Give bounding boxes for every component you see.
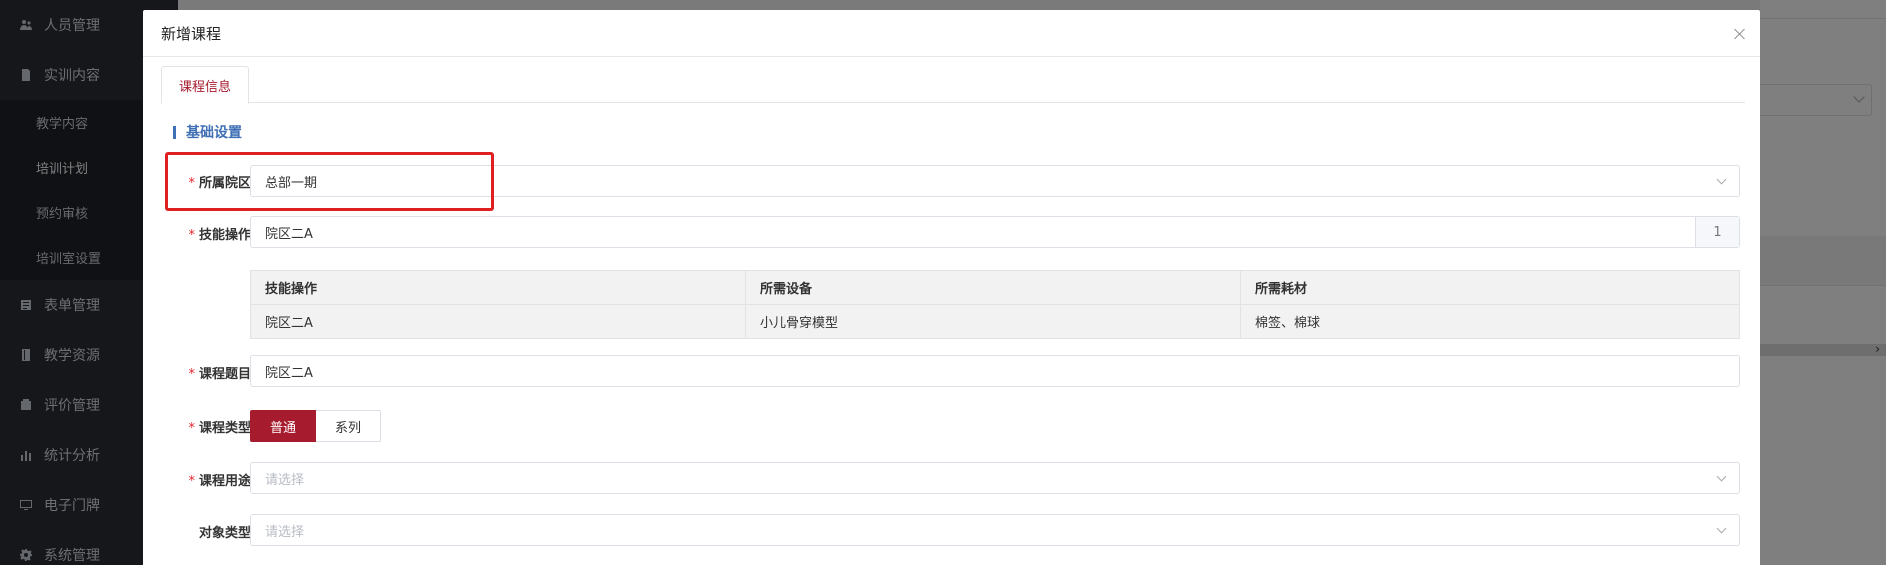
course-type-series-button[interactable]: 系列 (316, 410, 382, 442)
table-row: 院区二A 小儿骨穿模型 棉签、棉球 (250, 304, 1740, 339)
add-course-dialog: 新增课程 课程信息 基础设置 * 所属院区 总部一期 * 技能操作 院区二A 1 技… (143, 10, 1760, 565)
required-marker: * (188, 367, 195, 382)
target-type-label-text: 对象类型 (198, 526, 251, 541)
close-icon[interactable] (1734, 28, 1746, 40)
tab-course-info[interactable]: 课程信息 (161, 66, 249, 104)
section-title-label: 基础设置 (186, 125, 242, 141)
chevron-down-icon (1716, 523, 1727, 534)
skill-field-value: 院区二A (265, 226, 313, 242)
dialog-tabs: 课程信息 (161, 66, 1745, 104)
course-use-placeholder: 请选择 (265, 472, 305, 488)
table-header-row: 技能操作 所需设备 所需耗材 (250, 270, 1740, 305)
chevron-down-icon (1716, 174, 1727, 185)
chevron-down-icon (1716, 471, 1727, 482)
skill-table: 技能操作 所需设备 所需耗材 院区二A 小儿骨穿模型 棉签、棉球 (250, 270, 1740, 339)
table-cell: 小儿骨穿模型 (745, 304, 1241, 339)
course-type-radio-group: 普通 系列 (250, 410, 382, 442)
target-type-placeholder: 请选择 (265, 524, 305, 540)
section-marker (173, 125, 176, 139)
required-marker: * (188, 474, 195, 489)
course-title-input[interactable]: 院区二A (250, 355, 1740, 387)
target-type-label: 对象类型 (143, 522, 251, 541)
required-marker: * (188, 228, 195, 243)
course-use-label-text: 课程用途 (198, 474, 251, 489)
skill-label: * 技能操作 (143, 224, 251, 243)
course-type-normal-button[interactable]: 普通 (250, 410, 317, 442)
course-type-label-text: 课程类型 (198, 421, 251, 436)
dialog-header: 新增课程 (143, 10, 1760, 57)
table-cell: 院区二A (250, 304, 746, 339)
course-title-value: 院区二A (265, 365, 313, 381)
dialog-title: 新增课程 (161, 24, 222, 43)
course-title-label-text: 课程题目 (198, 367, 251, 382)
required-marker: * (188, 421, 195, 436)
table-header: 所需设备 (745, 270, 1241, 305)
highlight-box (165, 152, 494, 211)
table-header: 技能操作 (250, 270, 746, 305)
skill-count: 1 (1695, 217, 1739, 247)
section-title: 基础设置 (173, 122, 242, 142)
course-title-label: * 课程题目 (143, 363, 251, 382)
course-type-label: * 课程类型 (143, 417, 251, 436)
course-use-select[interactable]: 请选择 (250, 462, 1740, 494)
skill-field[interactable]: 院区二A 1 (250, 216, 1740, 248)
table-header: 所需耗材 (1240, 270, 1740, 305)
target-type-select[interactable]: 请选择 (250, 514, 1740, 546)
skill-label-text: 技能操作 (198, 228, 251, 243)
course-use-label: * 课程用途 (143, 470, 251, 489)
table-cell: 棉签、棉球 (1240, 304, 1740, 339)
